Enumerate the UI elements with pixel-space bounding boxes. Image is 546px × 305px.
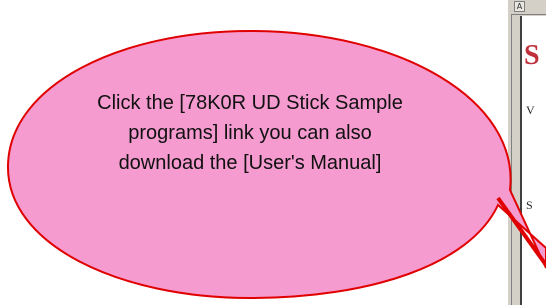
callout-pointer-line [496, 196, 546, 267]
callout-line: download the [User's Manual] [118, 152, 382, 174]
callout-text: Click the [78K0R UD Stick Sample program… [40, 88, 460, 178]
callout-line: programs] link you can also [128, 122, 372, 144]
callout-line: Click the [78K0R UD Stick Sample [97, 92, 403, 114]
